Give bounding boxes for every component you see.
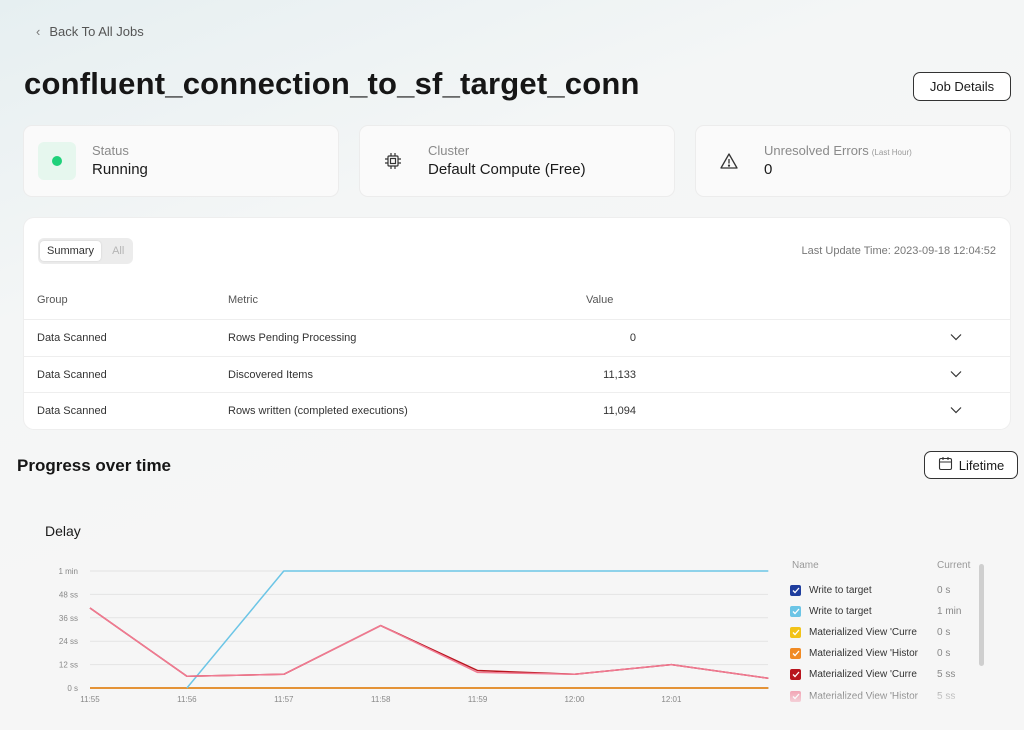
series-line [89, 607, 769, 680]
status-card: Status Running [24, 126, 338, 196]
x-tick-label: 12:00 [564, 695, 585, 704]
cluster-card: Cluster Default Compute (Free) [360, 126, 674, 196]
status-dot-icon [38, 142, 76, 180]
table-header: Group Metric Value [24, 294, 1010, 320]
legend-series-name: Materialized View 'Histor [809, 648, 918, 660]
chevron-down-icon[interactable] [948, 402, 964, 418]
status-value: Running [92, 161, 148, 178]
chevron-down-icon[interactable] [948, 329, 964, 345]
x-tick-label: 11:57 [274, 695, 294, 704]
y-tick-label: 12 ss [59, 661, 78, 670]
legend-current-value: 0 s [937, 626, 951, 638]
chart-title: Delay [45, 523, 81, 539]
row-metric: Discovered Items [228, 369, 313, 381]
legend-item[interactable]: Write to target 0 s [790, 581, 980, 599]
delay-chart: 0 s 12 ss 24 ss 36 ss 48 ss 1 min 11:55 11:56 11… [58, 567, 769, 704]
checkbox-icon[interactable] [790, 605, 801, 617]
x-tick-label: 12:01 [661, 695, 682, 704]
warning-triangle-icon [710, 142, 748, 180]
table-row[interactable]: Data Scanned Discovered Items 11,133 [24, 356, 1010, 393]
legend-header-name: Name [792, 560, 819, 571]
job-details-button[interactable]: Job Details [913, 72, 1011, 101]
row-metric: Rows written (completed executions) [228, 405, 408, 417]
x-tick-label: 11:55 [80, 695, 100, 704]
legend-series-name: Materialized View 'Curre [809, 626, 917, 638]
x-tick-label: 11:58 [371, 695, 391, 704]
time-range-button[interactable]: Lifetime [924, 451, 1018, 479]
tab-summary[interactable]: Summary [40, 241, 102, 261]
row-group: Data Scanned [37, 369, 107, 381]
page-title: confluent_connection_to_sf_target_conn [24, 66, 640, 101]
legend-current-value: 5 ss [937, 669, 956, 681]
cluster-label: Cluster [428, 143, 470, 158]
calendar-icon [938, 456, 953, 474]
legend-header-current: Current [937, 560, 971, 571]
checkbox-icon[interactable] [790, 648, 801, 660]
legend-current-value: 0 s [937, 648, 951, 660]
legend-series-name: Materialized View 'Curre [809, 669, 917, 681]
column-header-group: Group [37, 294, 68, 306]
row-value: 11,133 [603, 369, 636, 381]
row-group: Data Scanned [37, 405, 107, 417]
legend-scrollbar[interactable] [979, 564, 984, 666]
tab-all[interactable]: All [105, 241, 131, 261]
cluster-value: Default Compute (Free) [428, 161, 586, 178]
errors-sublabel: (Last Hour) [871, 148, 912, 157]
row-metric: Rows Pending Processing [228, 332, 357, 344]
checkbox-icon[interactable] [790, 626, 801, 638]
errors-card: Unresolved Errors (Last Hour) 0 [696, 126, 1010, 196]
row-group: Data Scanned [37, 332, 107, 344]
metrics-tab-switch: Summary All [38, 238, 134, 264]
checkbox-icon[interactable] [790, 584, 801, 596]
progress-section-title: Progress over time [17, 456, 172, 475]
legend-series-name: Write to target [809, 605, 872, 617]
back-to-jobs-link[interactable]: ‹ Back To All Jobs [36, 24, 144, 39]
y-tick-label: 36 ss [59, 614, 78, 623]
legend-series-name: Write to target [809, 584, 872, 596]
legend-item[interactable]: Materialized View 'Histor 0 s [790, 645, 980, 663]
column-header-value: Value [586, 294, 614, 306]
y-tick-label: 48 ss [59, 590, 78, 599]
cpu-chip-icon [374, 142, 412, 180]
errors-value: 0 [764, 161, 773, 178]
time-range-label: Lifetime [958, 457, 1005, 473]
y-tick-label: 0 s [67, 684, 78, 693]
back-link-label: Back To All Jobs [49, 24, 144, 39]
chevron-left-icon: ‹ [36, 24, 41, 39]
x-tick-label: 11:59 [468, 695, 488, 704]
chevron-down-icon[interactable] [948, 366, 964, 382]
x-tick-label: 11:56 [177, 695, 197, 704]
legend-current-value: 0 s [937, 584, 951, 596]
y-tick-label: 1 min [58, 567, 78, 576]
legend-item[interactable]: Materialized View 'Curre 0 s [790, 623, 980, 641]
column-header-metric: Metric [228, 294, 258, 306]
last-update-time: Last Update Time: 2023-09-18 12:04:52 [801, 245, 996, 257]
errors-label: Unresolved Errors (Last Hour) [764, 143, 912, 158]
metrics-panel: Summary All Last Update Time: 2023-09-18… [24, 218, 1010, 429]
status-label: Status [92, 143, 129, 158]
chart-legend: Name Current Write to target 0 s Write to … [790, 560, 990, 710]
series-line [89, 607, 769, 680]
legend-item[interactable]: Write to target 1 min [790, 602, 980, 620]
row-value: 0 [629, 332, 636, 344]
row-value: 11,094 [603, 405, 636, 417]
y-tick-label: 24 ss [59, 637, 78, 646]
checkbox-icon[interactable] [790, 669, 801, 681]
table-row[interactable]: Data Scanned Rows written (completed exe… [24, 392, 1010, 429]
table-row[interactable]: Data Scanned Rows Pending Processing 0 [24, 319, 1010, 356]
legend-current-value: 1 min [937, 605, 962, 617]
